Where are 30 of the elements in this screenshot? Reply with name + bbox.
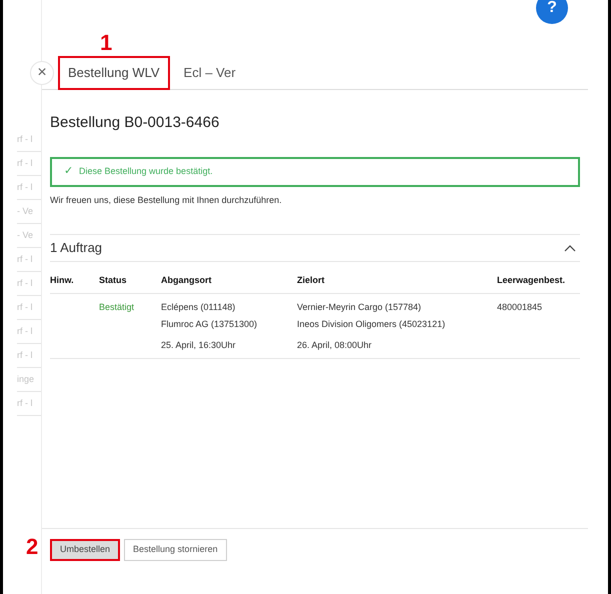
table-cell-text: Eclépens (011148) [161, 301, 236, 314]
table-cell-text: 480001845 [497, 301, 544, 314]
column-header: Hinw. [50, 274, 75, 286]
chevron-icon[interactable] [564, 244, 576, 252]
table-cell-text: 26. April, 08:00Uhr [297, 339, 373, 352]
table-cell-text: Flumroc AG (13751300) [161, 318, 258, 331]
annotation-number: 1 [100, 32, 112, 54]
alert-text: Diese Bestellung wurde bestätigt. [79, 164, 213, 178]
order-title: Bestellung B0-0013-6466 [50, 113, 220, 133]
confirmation-text: Wir freuen uns, diese Bestellung mit Ihnen durchzuführen. [50, 194, 283, 207]
tab[interactable]: Ecl – Ver [174, 56, 246, 90]
column-header: Status [99, 274, 128, 286]
section-title: 1 Auftrag [50, 239, 102, 258]
list-item-fragment: - Ve [17, 204, 34, 218]
table-cell-text: 25. April, 16:30Uhr [161, 339, 237, 352]
table-cell-text: Ineos Division Oligomers (45023121) [297, 318, 446, 331]
tab[interactable]: Bestellung WLV [58, 56, 170, 90]
list-item-fragment: - Ve [17, 228, 34, 242]
cancel-order-button[interactable]: Bestellung stornieren [124, 538, 227, 561]
list-item-fragment: inge [17, 372, 34, 386]
column-header: Abgangsort [161, 274, 212, 287]
table-cell-text: Vernier-Meyrin Cargo (157784) [297, 301, 422, 314]
close-button[interactable]: × [30, 60, 54, 84]
help-button[interactable]: ? [536, 0, 568, 24]
column-header: Leerwagenbest. [497, 274, 566, 287]
check-icon: ✓ [64, 163, 73, 180]
reorder-button[interactable]: Umbestellen [50, 538, 120, 561]
annotation-number: 2 [26, 536, 38, 558]
column-header: Zielort [297, 274, 326, 286]
status-text: Bestätigt [99, 301, 136, 314]
